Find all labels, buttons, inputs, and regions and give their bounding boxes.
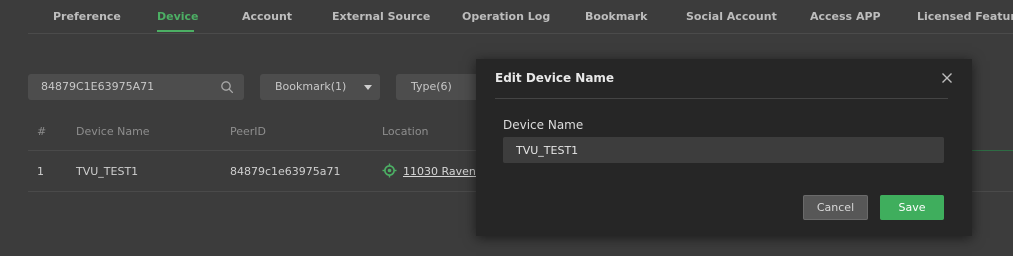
tab-social-account[interactable]: Social Account	[686, 10, 777, 23]
column-header-index: #	[37, 125, 47, 138]
table-accent-line	[972, 150, 1013, 151]
device-name-label: Device Name	[503, 118, 584, 132]
bookmark-filter-select[interactable]: Bookmark(1)	[260, 74, 380, 100]
search-value: 84879C1E63975A71	[41, 80, 155, 93]
dialog-title: Edit Device Name	[495, 71, 615, 85]
search-input[interactable]: 84879C1E63975A71	[28, 74, 244, 100]
tab-preference[interactable]: Preference	[53, 10, 121, 23]
column-header-peer-id[interactable]: PeerID	[230, 125, 266, 138]
row-device-name: TVU_TEST1	[76, 165, 139, 178]
device-name-field[interactable]	[503, 137, 944, 163]
active-tab-indicator	[157, 30, 194, 32]
close-icon[interactable]	[940, 71, 954, 85]
row-peer-id: 84879c1e63975a71	[230, 165, 341, 178]
row-location-link[interactable]: 11030 Raven R	[403, 165, 487, 178]
tab-account[interactable]: Account	[242, 10, 292, 23]
row-index: 1	[37, 165, 44, 178]
search-icon[interactable]	[220, 80, 234, 94]
tab-bookmark[interactable]: Bookmark	[585, 10, 647, 23]
chevron-down-icon	[364, 85, 372, 90]
type-filter-select[interactable]: Type(6)	[396, 74, 486, 100]
settings-tabs: Preference Device Account External Sourc…	[0, 0, 1013, 34]
dialog-divider	[495, 98, 948, 99]
tab-access-app[interactable]: Access APP	[810, 10, 881, 23]
tab-device[interactable]: Device	[157, 10, 199, 23]
location-pin-icon[interactable]	[382, 163, 397, 178]
tabs-divider	[28, 33, 1013, 34]
tab-operation-log[interactable]: Operation Log	[462, 10, 550, 23]
tab-licensed-feature[interactable]: Licensed Feature R	[917, 10, 1013, 23]
cancel-button[interactable]: Cancel	[803, 195, 868, 220]
save-button[interactable]: Save	[880, 195, 944, 220]
settings-page: Preference Device Account External Sourc…	[0, 0, 1013, 256]
column-header-location[interactable]: Location	[382, 125, 429, 138]
bookmark-filter-label: Bookmark(1)	[275, 80, 347, 93]
edit-device-name-dialog: Edit Device Name Device Name Cancel Save	[476, 59, 972, 236]
column-header-device-name[interactable]: Device Name	[76, 125, 150, 138]
type-filter-label: Type(6)	[411, 80, 452, 93]
tab-external-source[interactable]: External Source	[332, 10, 430, 23]
